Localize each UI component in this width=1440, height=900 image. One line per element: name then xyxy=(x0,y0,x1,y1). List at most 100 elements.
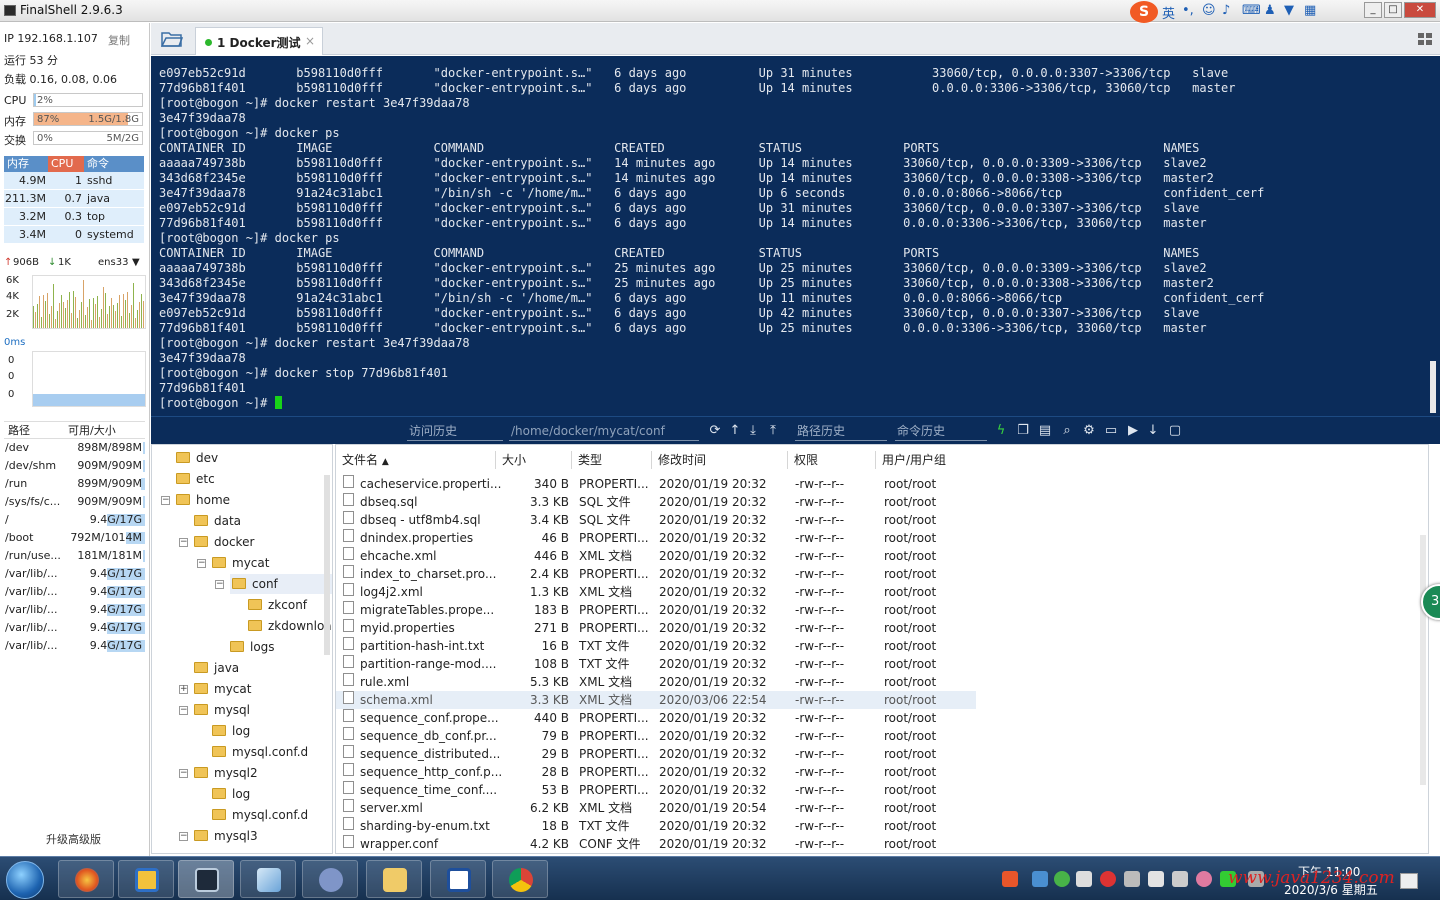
taskbar-app-chrome[interactable] xyxy=(492,860,548,898)
proc-col-cpu[interactable]: CPU xyxy=(48,156,84,172)
layout-grid-icon[interactable] xyxy=(1418,33,1432,45)
file-row[interactable]: sequence_distributed... 29 B PROPERTI... 20… xyxy=(336,745,976,763)
ime-shirt-icon[interactable]: ▼ xyxy=(1284,3,1294,18)
tree-folder-mysql-conf-d[interactable]: mysql.conf.d xyxy=(212,742,308,762)
file-row[interactable]: dbseq - utf8mb4.sql 3.4 KB SQL 文件 2020/01/1… xyxy=(336,511,976,529)
tab-close-icon[interactable]: × xyxy=(305,34,315,48)
collapse-icon[interactable]: − xyxy=(197,559,206,568)
arrow-down-icon[interactable]: ↓ xyxy=(1145,423,1161,439)
display-tray-icon[interactable] xyxy=(1076,871,1092,887)
disk-row[interactable]: /dev 898M/898M xyxy=(4,439,145,457)
file-row[interactable]: server.xml 6.2 KB XML 文档 2020/01/19 20:54 -r… xyxy=(336,799,976,817)
disk-row[interactable]: /var/lib/... 9.4G/17G xyxy=(4,637,145,655)
taskbar-app-finalshell[interactable] xyxy=(178,860,234,898)
collapse-icon[interactable]: − xyxy=(179,706,188,715)
tree-folder-docker[interactable]: docker xyxy=(194,532,254,552)
network-tray-icon[interactable] xyxy=(1032,871,1048,887)
tree-folder-log[interactable]: log xyxy=(212,721,250,741)
process-row[interactable]: 211.3M 0.7 java xyxy=(4,190,144,208)
col-filename[interactable]: 文件名 ▲ xyxy=(336,451,496,469)
file-row[interactable]: sequence_db_conf.pr... 79 B PROPERTI... 202… xyxy=(336,727,976,745)
tree-folder-zkdownload[interactable]: zkdownload xyxy=(248,616,332,636)
open-folder-icon[interactable] xyxy=(161,30,183,48)
disk-row[interactable]: /var/lib/... 9.4G/17G xyxy=(4,583,145,601)
ime-mic-icon[interactable]: ♪ xyxy=(1222,3,1230,18)
taskbar-app-explorer-blue[interactable] xyxy=(118,860,174,898)
ime-emoji-icon[interactable]: ☺ xyxy=(1202,3,1216,18)
lightning-icon[interactable]: ϟ xyxy=(993,423,1009,439)
tree-folder-etc[interactable]: etc xyxy=(176,469,215,489)
file-row[interactable]: cacheservice.properti... 340 B PROPERTI...… xyxy=(336,475,976,493)
file-row[interactable]: sharding-by-enum.txt 18 B TXT 文件 2020/01/19… xyxy=(336,817,976,835)
tree-folder-dev[interactable]: dev xyxy=(176,448,218,468)
access-history-dropdown[interactable]: 访问历史 xyxy=(407,423,503,441)
paste-icon[interactable]: ▤ xyxy=(1037,423,1053,439)
notification-icon[interactable] xyxy=(1400,873,1418,889)
tree-folder-mycat[interactable]: mycat xyxy=(194,679,251,699)
proc-col-cmd[interactable]: 命令 xyxy=(84,156,144,172)
file-row[interactable]: partition-range-mod.... 108 B TXT 文件 2020/0… xyxy=(336,655,976,673)
tab-docker-test[interactable]: 1 Docker测试 × xyxy=(195,27,323,55)
file-row[interactable]: sequence_conf.prope... 440 B PROPERTI... 20… xyxy=(336,709,976,727)
ime-language-toggle[interactable]: 英 xyxy=(1162,3,1175,22)
tree-folder-mysql2[interactable]: mysql2 xyxy=(194,763,258,783)
tree-folder-mysql[interactable]: mysql xyxy=(194,700,250,720)
maximize-button[interactable]: □ xyxy=(1384,2,1402,18)
minimize-button[interactable]: _ xyxy=(1364,2,1382,18)
collapse-icon[interactable]: − xyxy=(215,580,224,589)
disk-row[interactable]: /sys/fs/c... 909M/909M xyxy=(4,493,145,511)
disk-row[interactable]: /boot 792M/1014M xyxy=(4,529,145,547)
col-modified[interactable]: 修改时间 xyxy=(652,451,788,469)
play-icon[interactable]: ▶ xyxy=(1125,423,1141,439)
disk-row[interactable]: /var/lib/... 9.4G/17G xyxy=(4,565,145,583)
tree-scrollbar[interactable] xyxy=(324,475,330,655)
path-input[interactable]: /home/docker/mycat/conf xyxy=(509,423,699,441)
disk-row[interactable]: /run 899M/909M xyxy=(4,475,145,493)
collapse-icon[interactable]: − xyxy=(161,496,170,505)
file-row[interactable]: index_to_charset.pro... 2.4 KB PROPERTI...… xyxy=(336,565,976,583)
security-tray-icon[interactable] xyxy=(1100,871,1116,887)
file-row[interactable]: migrateTables.prope... 183 B PROPERTI... 20… xyxy=(336,601,976,619)
usb-tray-icon[interactable] xyxy=(1124,871,1140,887)
path-history-dropdown[interactable]: 路径历史 xyxy=(795,423,887,441)
tree-folder-mysql-conf-d[interactable]: mysql.conf.d xyxy=(212,805,308,825)
disk-col-path[interactable]: 路径 xyxy=(4,422,60,438)
file-list-scrollbar[interactable] xyxy=(1420,535,1426,785)
file-row[interactable]: ehcache.xml 446 B XML 文档 2020/01/19 20:32 -r… xyxy=(336,547,976,565)
tree-folder-logs[interactable]: logs xyxy=(230,637,275,657)
ime-punctuation-icon[interactable]: •, xyxy=(1182,3,1194,18)
download-icon[interactable]: ⤓ xyxy=(745,423,761,439)
fullscreen-icon[interactable]: ▢ xyxy=(1167,423,1183,439)
shield-tray-icon[interactable] xyxy=(1148,871,1164,887)
upgrade-button[interactable]: 升级高级版 xyxy=(46,831,101,847)
terminal[interactable]: e097eb52c91d b598110d0fff "docker-entryp… xyxy=(151,56,1440,416)
tree-folder-mycat[interactable]: mycat xyxy=(212,553,269,573)
flower-tray-icon[interactable] xyxy=(1196,871,1212,887)
disk-row[interactable]: /var/lib/... 9.4G/17G xyxy=(4,619,145,637)
gear-icon[interactable]: ⚙ xyxy=(1081,423,1097,439)
file-row[interactable]: rule.xml 5.3 KB XML 文档 2020/01/19 20:32 -rw-… xyxy=(336,673,976,691)
tree-folder-zkconf[interactable]: zkconf xyxy=(248,595,307,615)
command-history-dropdown[interactable]: 命令历史 xyxy=(895,423,987,441)
search-icon[interactable]: ⌕ xyxy=(1059,423,1075,439)
process-row[interactable]: 3.2M 0.3 top xyxy=(4,208,144,226)
ime-user-icon[interactable]: ♟ xyxy=(1264,3,1276,18)
tree-folder-java[interactable]: java xyxy=(194,658,239,678)
ime-grid-icon[interactable]: ▦ xyxy=(1304,3,1316,18)
file-row[interactable]: partition-hash-int.txt 16 B TXT 文件 2020/01/… xyxy=(336,637,976,655)
file-row[interactable]: sequence_http_conf.p... 28 B PROPERTI... 20… xyxy=(336,763,976,781)
up-dir-icon[interactable]: ↑ xyxy=(727,423,743,439)
disk-row[interactable]: / 9.4G/17G xyxy=(4,511,145,529)
col-owner[interactable]: 用户/用户组 xyxy=(876,451,976,469)
plus-tray-icon[interactable] xyxy=(1054,871,1070,887)
file-row[interactable]: dnindex.properties 46 B PROPERTI... 2020/01… xyxy=(336,529,976,547)
taskbar-app-m[interactable] xyxy=(430,860,486,898)
folder-icon[interactable]: ▭ xyxy=(1103,423,1119,439)
close-button[interactable]: ✕ xyxy=(1404,2,1436,18)
process-row[interactable]: 3.4M 0 systemd xyxy=(4,226,144,244)
file-row[interactable]: log4j2.xml 1.3 KB XML 文档 2020/01/19 20:32 -r… xyxy=(336,583,976,601)
disk-col-size[interactable]: 可用/大小 xyxy=(60,422,145,438)
refresh-icon[interactable]: ⟳ xyxy=(707,423,723,439)
collapse-icon[interactable]: − xyxy=(179,769,188,778)
terminal-scrollbar[interactable] xyxy=(1430,361,1436,413)
